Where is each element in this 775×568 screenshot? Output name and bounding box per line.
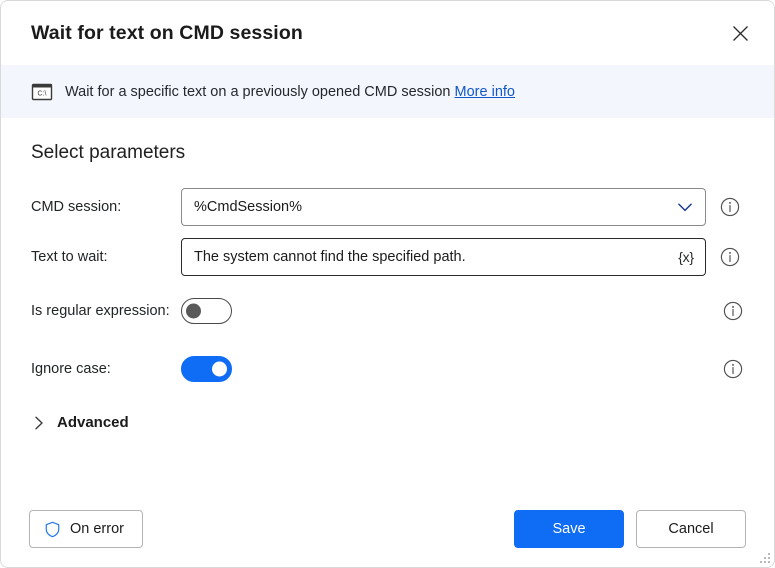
row-cmd-session: CMD session: %CmdSession% bbox=[31, 188, 744, 226]
ignore-case-toggle[interactable] bbox=[181, 356, 232, 382]
svg-text:C:\: C:\ bbox=[38, 90, 47, 97]
text-to-wait-field-wrap: The system cannot find the specified pat… bbox=[181, 238, 706, 276]
chevron-down-icon bbox=[678, 203, 692, 212]
dialog-footer: On error Save Cancel bbox=[1, 491, 774, 567]
resize-grip-icon[interactable] bbox=[757, 550, 770, 563]
dialog-titlebar: Wait for text on CMD session bbox=[1, 1, 774, 65]
cmd-session-dropdown-button[interactable] bbox=[672, 194, 698, 220]
text-to-wait-variable-button[interactable]: {x} bbox=[672, 244, 700, 270]
advanced-label: Advanced bbox=[57, 414, 129, 431]
text-to-wait-info-icon[interactable] bbox=[720, 247, 740, 267]
toggle-knob bbox=[212, 362, 227, 377]
on-error-button[interactable]: On error bbox=[29, 510, 143, 548]
row-ignore-case: Ignore case: bbox=[31, 346, 744, 392]
text-to-wait-input[interactable]: The system cannot find the specified pat… bbox=[181, 238, 706, 276]
is-regular-expression-info-icon[interactable] bbox=[723, 301, 743, 321]
banner-description: Wait for a specific text on a previously… bbox=[65, 84, 515, 100]
on-error-label: On error bbox=[70, 521, 124, 537]
close-icon bbox=[732, 25, 749, 42]
cmd-session-label: CMD session: bbox=[31, 199, 181, 215]
is-regular-expression-label: Is regular expression: bbox=[31, 303, 181, 319]
row-text-to-wait: Text to wait: The system cannot find the… bbox=[31, 238, 744, 276]
ignore-case-info-wrap bbox=[709, 359, 744, 379]
ignore-case-info-icon[interactable] bbox=[723, 359, 743, 379]
advanced-section-toggle[interactable]: Advanced bbox=[31, 414, 129, 431]
action-description-banner: C:\ Wait for a specific text on a previo… bbox=[1, 65, 774, 118]
cmd-session-field-wrap: %CmdSession% bbox=[181, 188, 706, 226]
text-to-wait-label: Text to wait: bbox=[31, 249, 181, 265]
close-button[interactable] bbox=[718, 11, 762, 55]
cancel-button[interactable]: Cancel bbox=[636, 510, 746, 548]
ignore-case-label: Ignore case: bbox=[31, 361, 181, 377]
save-button[interactable]: Save bbox=[514, 510, 624, 548]
is-regular-expression-toggle[interactable] bbox=[181, 298, 232, 324]
is-regular-expression-info-wrap bbox=[709, 301, 744, 321]
wait-for-text-dialog: Wait for text on CMD session C:\ Wait fo… bbox=[0, 0, 775, 568]
section-title-select-parameters: Select parameters bbox=[31, 142, 744, 164]
dialog-title: Wait for text on CMD session bbox=[31, 22, 718, 45]
dialog-body: Select parameters CMD session: %CmdSessi… bbox=[1, 118, 774, 491]
cmd-session-select[interactable]: %CmdSession% bbox=[181, 188, 706, 226]
cmd-session-value: %CmdSession% bbox=[194, 199, 302, 215]
shield-icon bbox=[44, 521, 61, 538]
row-is-regular-expression: Is regular expression: bbox=[31, 288, 744, 334]
cmd-console-icon: C:\ bbox=[31, 81, 53, 103]
cmd-session-info-icon[interactable] bbox=[720, 197, 740, 217]
text-to-wait-value: The system cannot find the specified pat… bbox=[194, 249, 466, 265]
toggle-knob bbox=[186, 304, 201, 319]
more-info-link[interactable]: More info bbox=[455, 84, 515, 100]
banner-description-text: Wait for a specific text on a previously… bbox=[65, 84, 451, 100]
chevron-right-icon bbox=[31, 415, 47, 431]
